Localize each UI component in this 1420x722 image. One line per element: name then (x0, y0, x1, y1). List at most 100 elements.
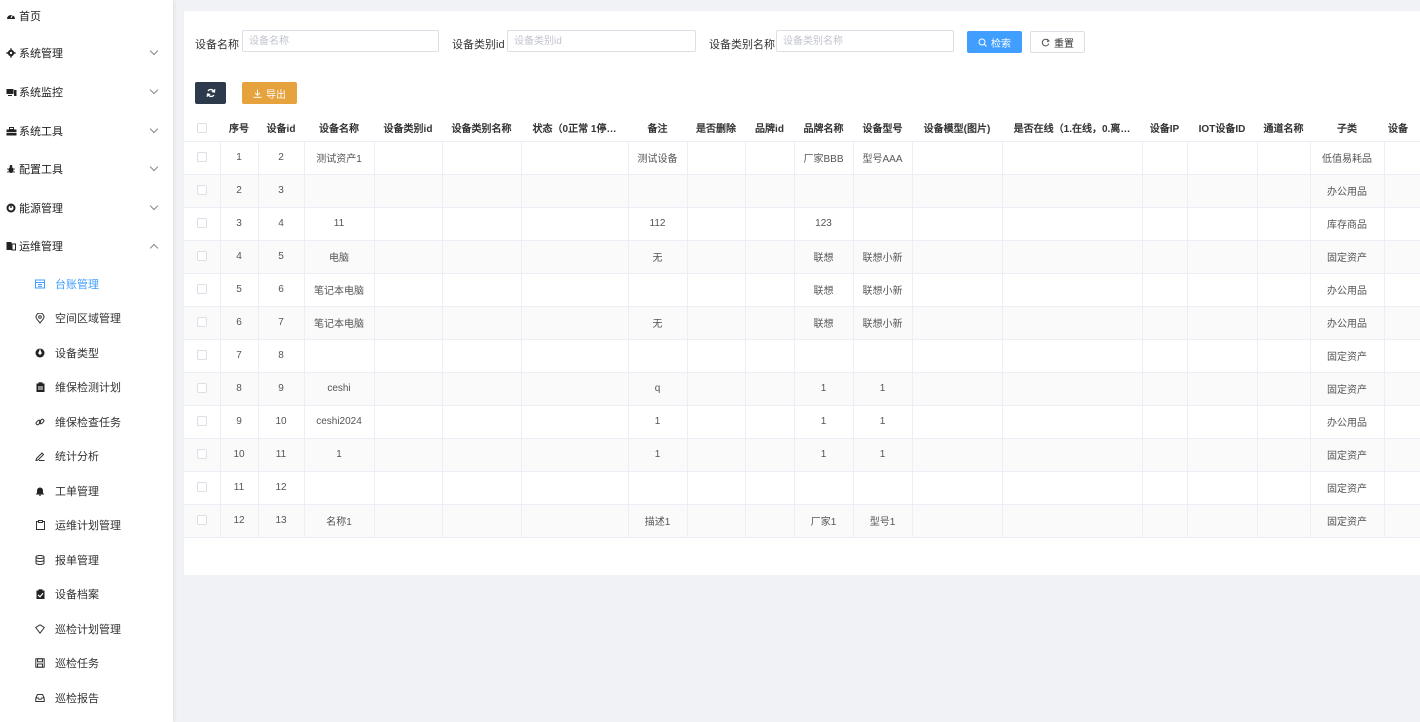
table-cell (521, 273, 629, 307)
row-checkbox[interactable] (184, 207, 221, 241)
table-cell: 6 (220, 306, 259, 340)
table-cell: 固定资产 (1310, 339, 1385, 373)
row-checkbox[interactable] (184, 141, 221, 175)
sidebar-subitem-work-order[interactable]: 工单管理 (0, 481, 173, 501)
sidebar-item-maintenance[interactable]: 运维管理 (0, 236, 173, 256)
table-row[interactable]: 10 11 1 1 1 1 固定资产 (184, 438, 1420, 472)
table-cell: 电脑 (304, 240, 375, 274)
table-row[interactable]: 6 7 笔记本电脑 无 联想 联想小新 办公用品 (184, 306, 1420, 340)
sidebar-subitem-space-area[interactable]: 空间区域管理 (0, 308, 173, 328)
column-header[interactable]: 子类 (1310, 115, 1384, 142)
column-header[interactable]: 备注 (628, 115, 687, 142)
row-checkbox[interactable] (184, 240, 221, 274)
table-cell (442, 438, 522, 472)
bell-icon (34, 485, 46, 497)
table-cell (1257, 438, 1311, 472)
search-icon (978, 38, 987, 47)
row-checkbox[interactable] (184, 438, 221, 472)
save-icon (34, 657, 46, 669)
column-header[interactable]: IOT设备ID (1187, 115, 1257, 142)
column-header[interactable]: 设备IP (1142, 115, 1187, 142)
sidebar-item-config-tools[interactable]: 配置工具 (0, 159, 173, 179)
table-row[interactable]: 9 10 ceshi2024 1 1 1 办公用品 (184, 405, 1420, 439)
column-header[interactable]: 设备型号 (853, 115, 912, 142)
table-row[interactable]: 12 13 名称1 描述1 厂家1 型号1 固定资产 (184, 504, 1420, 538)
sidebar-subitem-maintenance-task[interactable]: 维保检查任务 (0, 412, 173, 432)
table-cell (442, 207, 522, 241)
table-row[interactable]: 4 5 电脑 无 联想 联想小新 固定资产 (184, 240, 1420, 274)
table-cell (1142, 339, 1188, 373)
table-row[interactable]: 3 4 11 112 123 库存商品 (184, 207, 1420, 241)
table-row[interactable]: 7 8 固定资产 (184, 339, 1420, 373)
refresh-button[interactable] (195, 82, 226, 104)
column-header[interactable]: 设备类别名称 (442, 115, 521, 142)
table-row[interactable]: 1 2 测试资产1 测试设备 厂家BBB 型号AAA 低值易耗品 (184, 141, 1420, 175)
row-checkbox[interactable] (184, 273, 221, 307)
chevron-down-icon (149, 46, 159, 56)
category-name-input[interactable] (776, 30, 954, 52)
device-name-input[interactable] (242, 30, 439, 52)
table-row[interactable]: 11 12 固定资产 (184, 471, 1420, 505)
table-cell (442, 273, 522, 307)
row-checkbox[interactable] (184, 174, 221, 208)
table-cell (628, 273, 688, 307)
sidebar-item-system-monitor[interactable]: 系统监控 (0, 82, 173, 102)
column-header[interactable]: 状态（0正常 1停… (521, 115, 628, 142)
sidebar-item-home[interactable]: 首页 (0, 6, 173, 26)
sidebar-subitem-statistics[interactable]: 统计分析 (0, 446, 173, 466)
row-checkbox[interactable] (184, 372, 221, 406)
column-header[interactable]: 设备 (1384, 115, 1420, 142)
table-cell (1002, 372, 1143, 406)
row-checkbox[interactable] (184, 306, 221, 340)
row-checkbox[interactable] (184, 405, 221, 439)
sidebar-subitem-ledger[interactable]: 台账管理 (0, 274, 173, 294)
sidebar-subitem-inspection-plan[interactable]: 巡检计划管理 (0, 619, 173, 639)
sidebar-item-system-tools[interactable]: 系统工具 (0, 121, 173, 141)
table-cell (1187, 471, 1258, 505)
column-header[interactable]: 是否删除 (687, 115, 745, 142)
sidebar-subitem-device-type[interactable]: 设备类型 (0, 343, 173, 363)
sidebar-item-system-management[interactable]: 系统管理 (0, 43, 173, 63)
column-header[interactable]: 通道名称 (1257, 115, 1310, 142)
row-checkbox[interactable] (184, 339, 221, 373)
table-cell: 联想 (794, 306, 854, 340)
row-checkbox[interactable] (184, 471, 221, 505)
table-cell (1384, 504, 1420, 538)
sidebar-subitem-maintenance-plan[interactable]: 维保检测计划 (0, 377, 173, 397)
sidebar-item-energy[interactable]: 能源管理 (0, 198, 173, 218)
column-header[interactable]: 品牌名称 (794, 115, 853, 142)
table-cell (687, 339, 746, 373)
select-all-checkbox[interactable] (184, 115, 220, 142)
table-cell (745, 471, 795, 505)
data-table: 序号 设备id 设备名称 设备类别id 设备类别名称 状态（0正常 1停… 备注… (184, 115, 1420, 538)
column-header[interactable]: 设备类别id (374, 115, 442, 142)
table-cell (1142, 504, 1188, 538)
table-cell (1142, 141, 1188, 175)
search-button[interactable]: 检索 (967, 31, 1022, 53)
table-cell: 固定资产 (1310, 240, 1385, 274)
table-row[interactable]: 5 6 笔记本电脑 联想 联想小新 办公用品 (184, 273, 1420, 307)
table-row[interactable]: 2 3 办公用品 (184, 174, 1420, 208)
sidebar-subitem-device-archive[interactable]: 设备档案 (0, 584, 173, 604)
table-cell: 1 (628, 438, 688, 472)
table-cell (442, 504, 522, 538)
table-row[interactable]: 8 9 ceshi q 1 1 固定资产 (184, 372, 1420, 406)
table-cell: 1 (853, 405, 913, 439)
export-button[interactable]: 导出 (242, 82, 297, 104)
column-header[interactable]: 设备模型(图片) (912, 115, 1002, 142)
reset-button[interactable]: 重置 (1030, 31, 1085, 53)
inbox-icon (34, 692, 46, 704)
column-header[interactable]: 设备id (258, 115, 304, 142)
sidebar-subitem-inspection-report[interactable]: 巡检报告 (0, 688, 173, 708)
sidebar-subitem-ops-plan[interactable]: 运维计划管理 (0, 515, 173, 535)
table-cell (304, 471, 375, 505)
sidebar-subitem-report[interactable]: 报单管理 (0, 550, 173, 570)
table-cell: 笔记本电脑 (304, 273, 375, 307)
sidebar-subitem-inspection-task[interactable]: 巡检任务 (0, 653, 173, 673)
column-header[interactable]: 序号 (220, 115, 258, 142)
column-header[interactable]: 是否在线（1.在线，0.离… (1002, 115, 1142, 142)
row-checkbox[interactable] (184, 504, 221, 538)
category-id-input[interactable] (507, 30, 696, 52)
column-header[interactable]: 设备名称 (304, 115, 374, 142)
column-header[interactable]: 品牌id (745, 115, 794, 142)
